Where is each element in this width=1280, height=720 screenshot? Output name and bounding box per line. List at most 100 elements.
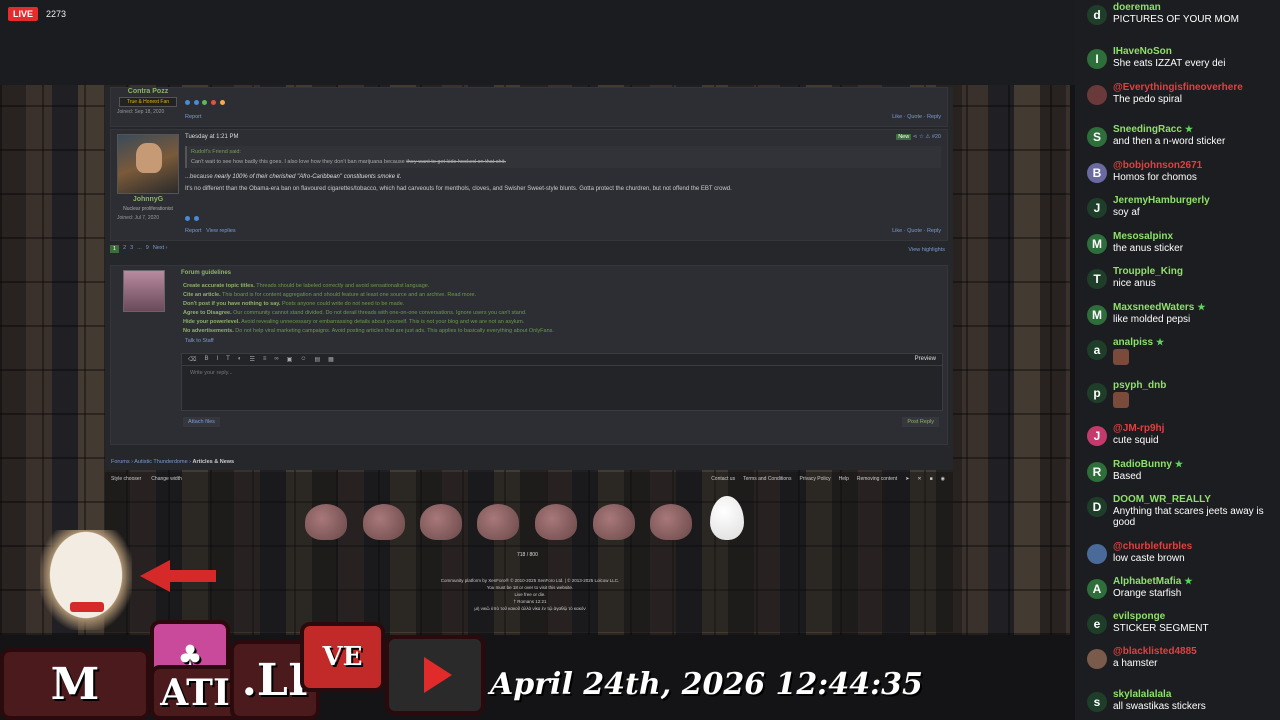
reactions-bar[interactable] [185, 216, 201, 222]
username[interactable]: JohnnyG [115, 196, 181, 203]
chat-username[interactable]: evilsponge [1113, 611, 1165, 622]
page-link[interactable]: 9 [146, 245, 149, 253]
text-size-icon[interactable]: T [226, 356, 230, 363]
post-timestamp[interactable]: Tuesday at 1:21 PM [185, 134, 941, 140]
chat-username-text[interactable]: DOOM_WR_REALLY [1113, 494, 1211, 505]
chat-username-text[interactable]: @blacklisted4885 [1113, 646, 1197, 657]
chat-username[interactable]: RadioBunny ★ [1113, 459, 1183, 470]
page-ellipsis[interactable]: ... [137, 245, 142, 253]
reply-button[interactable]: Reply [927, 114, 941, 120]
chat-username[interactable]: AlphabetMafia ★ [1113, 576, 1192, 587]
link-icon[interactable]: ∞ [274, 356, 278, 363]
chat-avatar[interactable]: A [1087, 579, 1107, 599]
preview-button[interactable]: Preview [915, 356, 936, 363]
view-highlights-link[interactable]: View highlights [908, 247, 945, 253]
chat-username[interactable]: @JM-rp9hj [1113, 423, 1164, 434]
emoji-icon[interactable]: ☺ [300, 356, 306, 363]
chat-avatar[interactable]: J [1087, 426, 1107, 446]
chat-username-text[interactable]: Troupple_King [1113, 266, 1183, 277]
chat-avatar[interactable]: s [1087, 692, 1107, 712]
italic-icon[interactable]: I [217, 356, 219, 363]
removing-content-link[interactable]: Removing content [857, 476, 897, 482]
chat-username[interactable]: analpiss ★ [1113, 337, 1164, 348]
egg-image[interactable] [710, 496, 744, 540]
help-link[interactable]: Help [839, 476, 849, 482]
telegram-icon[interactable]: ➤ [905, 476, 909, 482]
chat-username[interactable]: Troupple_King [1113, 266, 1183, 277]
chat-username-text[interactable]: @churblefurbles [1113, 541, 1192, 552]
chat-username[interactable]: @blacklisted4885 [1113, 646, 1197, 657]
change-width-link[interactable]: Change width [151, 476, 182, 482]
table-icon[interactable]: ▦ [328, 356, 334, 363]
eraser-icon[interactable]: ⌫ [188, 356, 196, 363]
breadcrumb-item[interactable]: Autistic Thunderdome [134, 459, 187, 465]
chat-username[interactable]: doereman [1113, 2, 1161, 13]
chat-avatar[interactable]: M [1087, 234, 1107, 254]
rss-icon[interactable]: ◉ [941, 476, 945, 482]
chat-username[interactable]: @bobjohnson2671 [1113, 160, 1202, 171]
chat-avatar[interactable]: D [1087, 497, 1107, 517]
bold-icon[interactable]: B [204, 356, 208, 363]
chat-username-text[interactable]: evilsponge [1113, 611, 1165, 622]
style-chooser-link[interactable]: Style chooser [111, 476, 141, 482]
reply-input[interactable]: Write your reply... [182, 366, 942, 380]
breadcrumb-item[interactable]: Articles & News [193, 459, 235, 465]
chat-avatar[interactable]: d [1087, 5, 1107, 25]
reply-button[interactable]: Reply [927, 228, 941, 234]
chat-username[interactable]: IHaveNoSon [1113, 46, 1172, 57]
media-icon[interactable]: ▤ [314, 356, 320, 363]
terms-link[interactable]: Terms and Conditions [743, 476, 791, 482]
chat-username[interactable]: Mesosalpinx [1113, 231, 1173, 242]
chat-username-text[interactable]: RadioBunny [1113, 459, 1172, 470]
quote-button[interactable]: Quote [907, 114, 922, 120]
chat-username-text[interactable]: analpiss [1113, 337, 1153, 348]
chat-username-text[interactable]: @bobjohnson2671 [1113, 160, 1202, 171]
list-icon[interactable]: ☰ [249, 356, 254, 363]
report-link[interactable]: Report [185, 114, 202, 120]
chat-username-text[interactable]: @JM-rp9hj [1113, 423, 1164, 434]
like-button[interactable]: Like [892, 228, 902, 234]
chat-avatar[interactable]: J [1087, 198, 1107, 218]
privacy-link[interactable]: Privacy Policy [799, 476, 830, 482]
chat-username[interactable]: MaxsneedWaters ★ [1113, 302, 1205, 313]
next-page-link[interactable]: Next › [153, 245, 168, 253]
chat-avatar[interactable]: T [1087, 269, 1107, 289]
post-reply-button[interactable]: Post Reply [902, 417, 939, 427]
breadcrumb-item[interactable]: Forums [111, 459, 130, 465]
chat-username-text[interactable]: @Everythingisfineoverhere [1113, 82, 1243, 93]
chat-avatar[interactable] [1087, 85, 1107, 105]
chat-username-text[interactable]: IHaveNoSon [1113, 46, 1172, 57]
username[interactable]: Contra Pozz [115, 88, 181, 95]
chat-username-text[interactable]: Mesosalpinx [1113, 231, 1173, 242]
chat-username-text[interactable]: doereman [1113, 2, 1161, 13]
chat-avatar[interactable]: S [1087, 127, 1107, 147]
chat-avatar[interactable]: e [1087, 614, 1107, 634]
linkedin-icon[interactable]: ■ [930, 476, 933, 482]
chat-username[interactable]: JeremyHamburgerly [1113, 195, 1210, 206]
post-number[interactable]: #20 [932, 134, 941, 140]
page-link[interactable]: 3 [130, 245, 133, 253]
warning-icon[interactable]: ⚠ [925, 134, 930, 140]
color-icon[interactable]: ◐ [238, 356, 242, 363]
chat-username[interactable]: DOOM_WR_REALLY [1113, 494, 1211, 505]
page-link[interactable]: 1 [110, 245, 120, 253]
chat-username-text[interactable]: SneedingRacc [1113, 124, 1182, 135]
contact-link[interactable]: Contact us [711, 476, 735, 482]
chat-username[interactable]: SneedingRacc ★ [1113, 124, 1193, 135]
x-icon[interactable]: ✕ [917, 476, 921, 482]
chat-username[interactable]: @Everythingisfineoverhere [1113, 82, 1243, 93]
chat-username[interactable]: psyph_dnb [1113, 380, 1166, 391]
chat-avatar[interactable]: I [1087, 49, 1107, 69]
chat-username-text[interactable]: MaxsneedWaters [1113, 302, 1194, 313]
page-link[interactable]: 2 [123, 245, 126, 253]
bookmark-icon[interactable]: ☆ [919, 134, 924, 140]
chat-avatar[interactable] [1087, 544, 1107, 564]
chat-username-text[interactable]: skylalalalala [1113, 689, 1171, 700]
chat-username-text[interactable]: psyph_dnb [1113, 380, 1166, 391]
talk-to-staff-link[interactable]: Talk to Staff [185, 338, 214, 344]
align-icon[interactable]: ≡ [263, 356, 267, 363]
quote-attribution[interactable]: Rudolf's Friend said: [191, 149, 937, 155]
share-icon[interactable]: ⋖ [913, 134, 918, 140]
image-icon[interactable]: ▣ [287, 356, 293, 363]
chat-avatar[interactable]: R [1087, 462, 1107, 482]
